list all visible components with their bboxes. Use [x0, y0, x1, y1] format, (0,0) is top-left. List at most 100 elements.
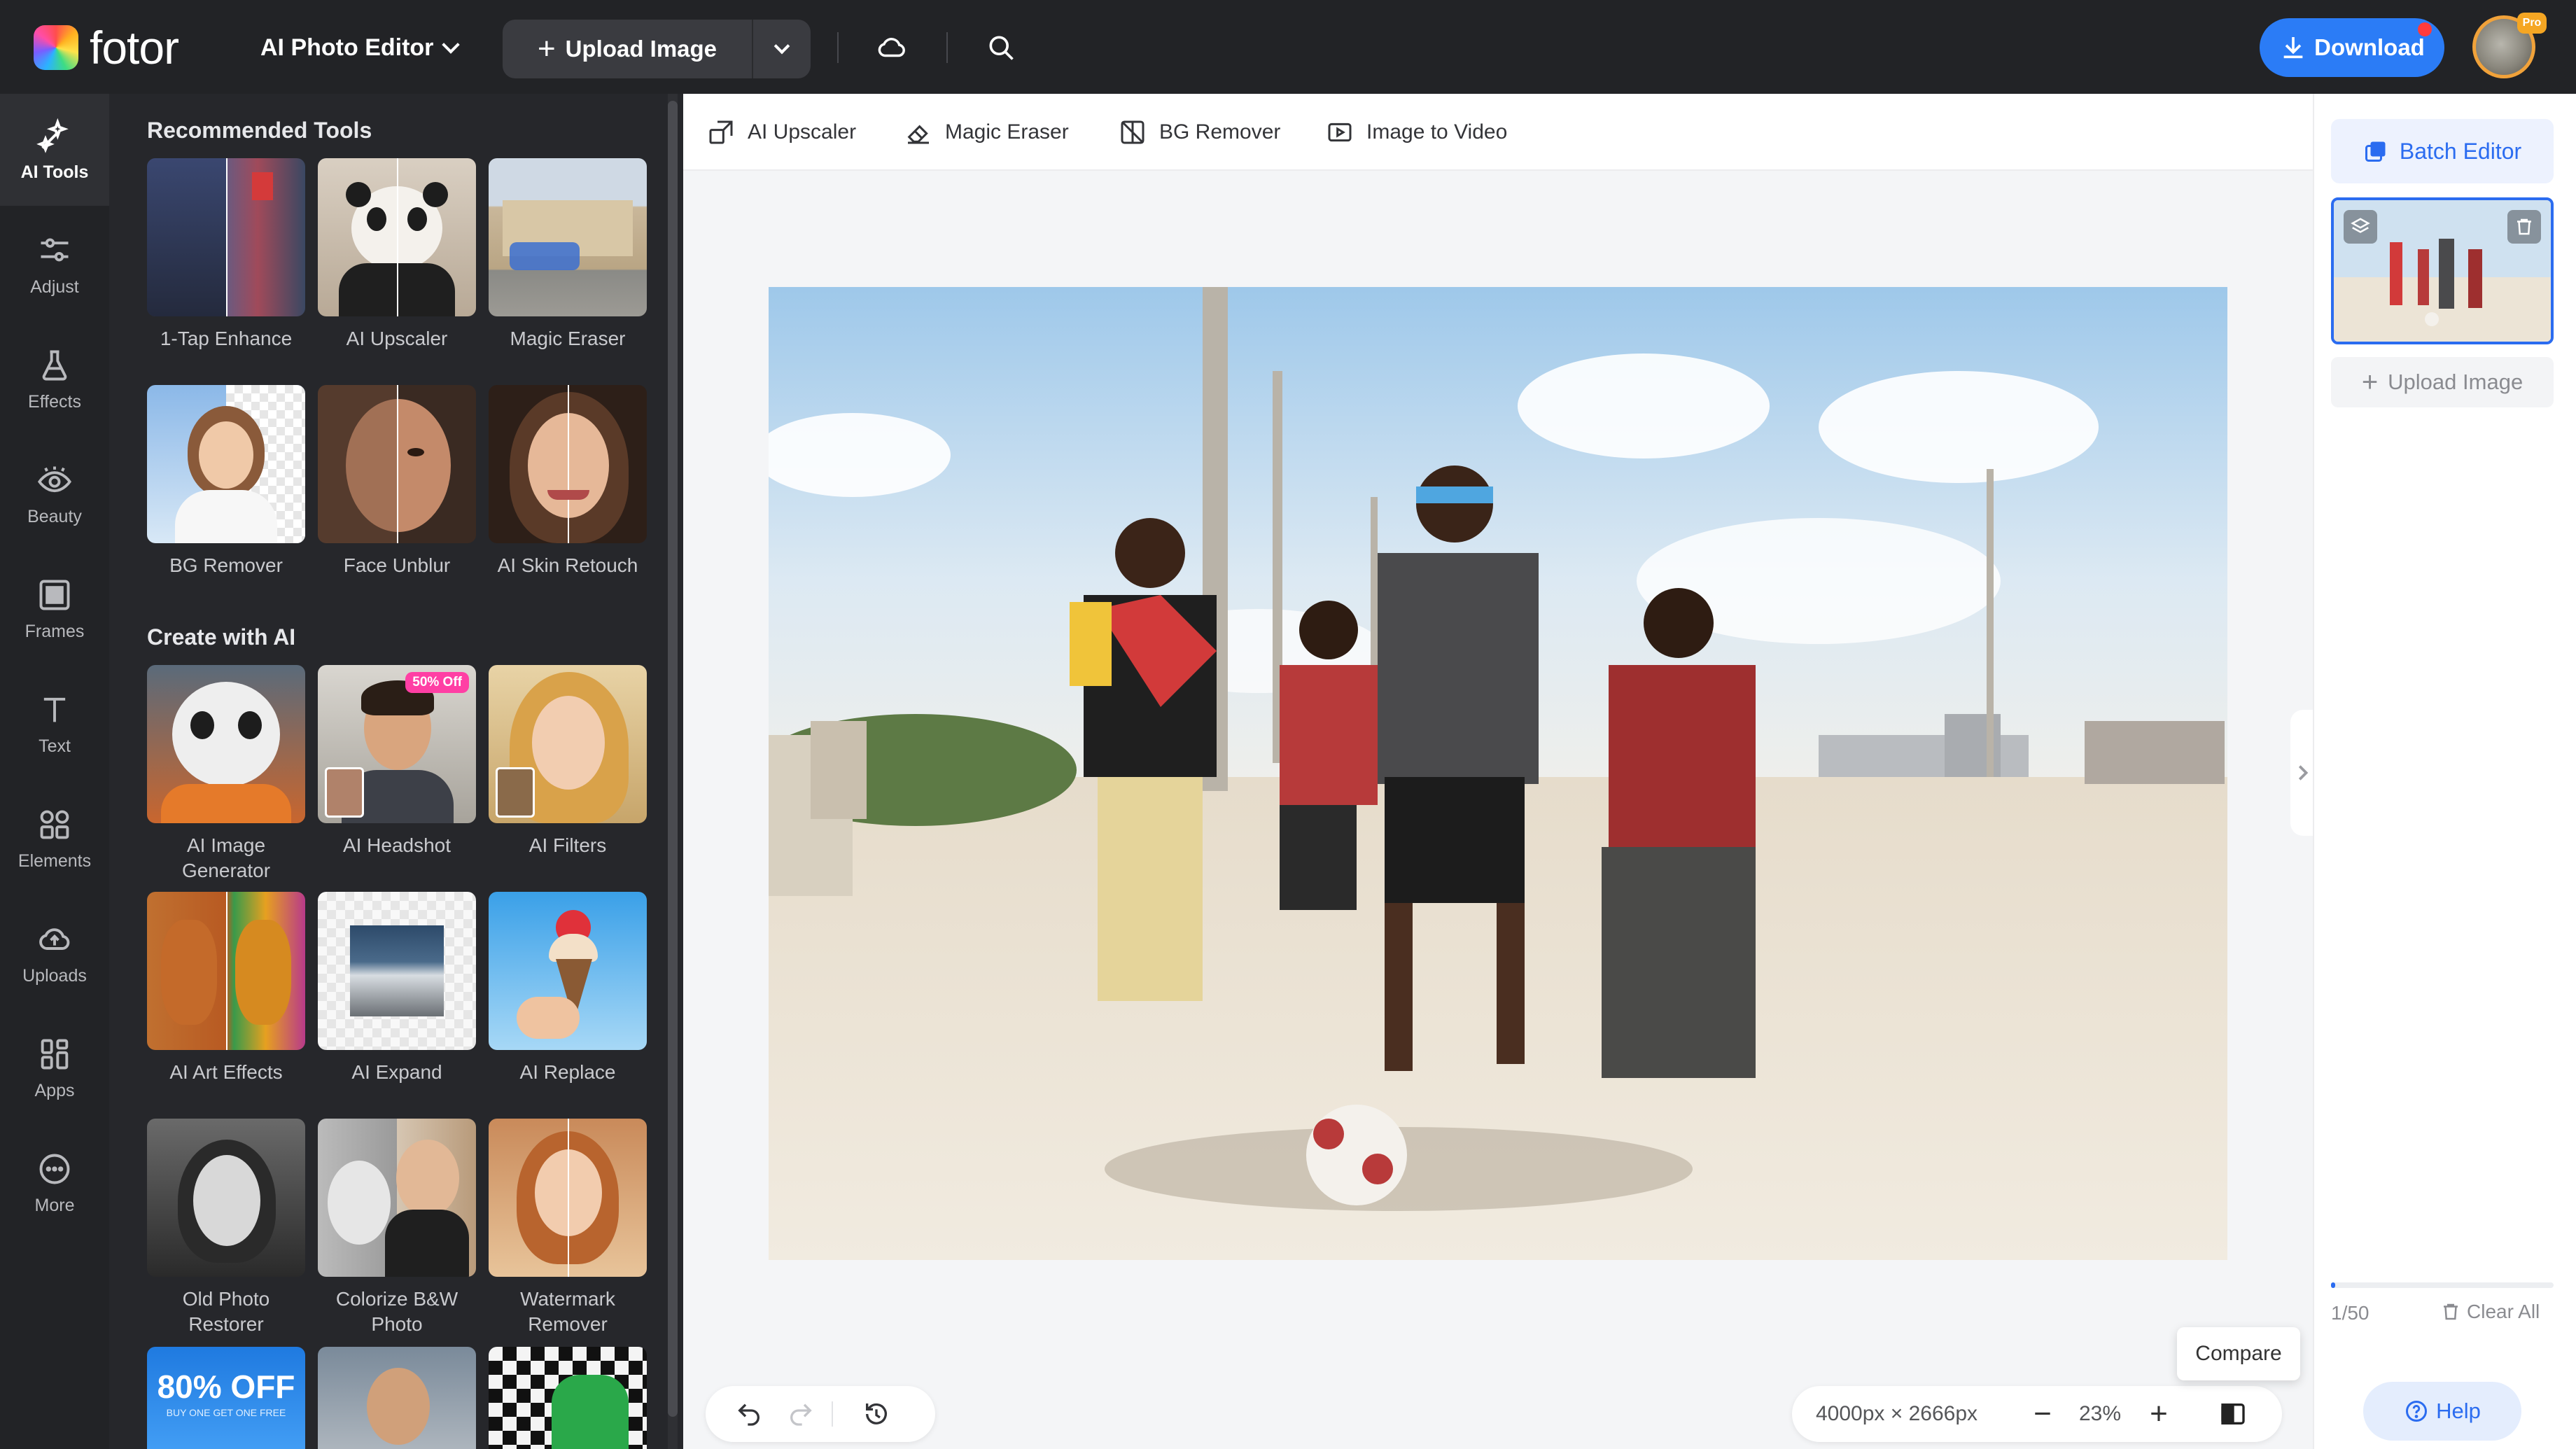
fotor-logo-mark [34, 25, 78, 70]
quick-image-to-video[interactable]: Image to Video [1326, 115, 1507, 150]
image-dimensions: 4000px × 2666px [1816, 1402, 1978, 1425]
rail-item-ai-tools[interactable]: AI Tools [0, 94, 109, 206]
tool-label: AI Headshot [342, 834, 451, 856]
tool-thumbnail [318, 158, 476, 316]
fotor-logo[interactable]: fotor [34, 22, 179, 74]
redo-icon [790, 1404, 812, 1426]
quick-magic-eraser[interactable]: Magic Eraser [904, 115, 1069, 150]
tool-label: Old Photo Restorer [182, 1288, 270, 1335]
tool-person-city[interactable] [318, 1347, 476, 1449]
rail-item-beauty[interactable]: Beauty [0, 438, 109, 550]
tool-promo[interactable]: 80% OFF BUY ONE GET ONE FREE [147, 1347, 305, 1449]
redo-button[interactable] [783, 1396, 819, 1432]
download-button[interactable]: Download [2260, 18, 2444, 77]
tool-ai-image-generator[interactable]: AI Image Generator [147, 665, 305, 883]
tool-ai-filters[interactable]: AI Filters [489, 665, 647, 858]
clear-all-button[interactable]: Clear All [2440, 1301, 2540, 1323]
upload-image-label: Upload Image [565, 36, 718, 62]
rail-label: AI Tools [20, 162, 89, 182]
rail-label: Effects [28, 391, 81, 412]
rail-item-effects[interactable]: Effects [0, 323, 109, 435]
recommended-tools-title: Recommended Tools [147, 118, 372, 143]
layers-button[interactable] [2344, 210, 2377, 244]
divider [832, 1401, 833, 1427]
quick-label: Image to Video [1366, 120, 1508, 144]
zoom-out-button[interactable]: − [2024, 1396, 2061, 1432]
upload-dropdown-button[interactable] [753, 20, 811, 78]
history-controls [706, 1386, 935, 1442]
search-icon[interactable] [980, 27, 1022, 69]
tool-thumbnail [318, 1119, 476, 1277]
tool-colorize-bw-photo[interactable]: Colorize B&W Photo [318, 1119, 476, 1337]
rail-label: Beauty [27, 506, 82, 526]
tool-magic-eraser[interactable]: Magic Eraser [489, 158, 647, 351]
help-button[interactable]: Help [2363, 1382, 2521, 1441]
rail-item-uploads[interactable]: Uploads [0, 897, 109, 1009]
tool-ai-replace[interactable]: AI Replace [489, 892, 647, 1085]
quick-ai-upscaler[interactable]: AI Upscaler [707, 115, 856, 150]
tool-label: AI Skin Retouch [497, 554, 638, 576]
video-icon [1328, 122, 1352, 142]
editor-menu[interactable]: AI Photo Editor [260, 28, 461, 67]
tool-ai-art-effects[interactable]: AI Art Effects [147, 892, 305, 1085]
history-button[interactable] [858, 1396, 895, 1432]
quick-label: AI Upscaler [748, 120, 857, 144]
sliders-icon [41, 237, 69, 261]
rail-item-elements[interactable]: Elements [0, 783, 109, 895]
tool-thumbnail [147, 665, 305, 823]
tool-thumbnail [147, 385, 305, 543]
undo-button[interactable] [731, 1396, 767, 1432]
main-photo[interactable] [769, 287, 2227, 1260]
tool-old-photo-restorer[interactable]: Old Photo Restorer [147, 1119, 305, 1337]
left-rail: AI Tools Adjust Effects Beauty Frames Te… [0, 94, 109, 1449]
upload-image-button[interactable]: + Upload Image [503, 20, 753, 78]
rail-label: Text [38, 736, 71, 756]
batch-editor-button[interactable]: Batch Editor [2331, 119, 2554, 183]
undo-icon [738, 1404, 760, 1426]
chevron-down-icon [774, 38, 790, 55]
tool-face-unblur[interactable]: Face Unblur [318, 385, 476, 578]
rail-item-adjust[interactable]: Adjust [0, 209, 109, 321]
history-icon [866, 1403, 887, 1424]
compare-button[interactable] [2215, 1396, 2251, 1432]
create-with-ai-title: Create with AI [147, 624, 296, 650]
sidebar-upload-image-button[interactable]: + Upload Image [2331, 357, 2554, 407]
tool-ai-skin-retouch[interactable]: AI Skin Retouch [489, 385, 647, 578]
plus-icon: + [537, 31, 556, 66]
rail-item-frames[interactable]: Frames [0, 553, 109, 665]
promo-text: 80% OFF [157, 1368, 295, 1405]
zoom-controls: 4000px × 2666px − 23% + [1792, 1386, 2282, 1442]
quick-bg-remover[interactable]: BG Remover [1119, 115, 1280, 150]
compare-icon [2221, 1404, 2245, 1424]
zoom-in-button[interactable]: + [2141, 1396, 2177, 1432]
tool-bg-remover[interactable]: BG Remover [147, 385, 305, 578]
tool-ai-expand[interactable]: AI Expand [318, 892, 476, 1085]
cloud-icon[interactable] [871, 27, 913, 69]
tool-thumbnail [489, 892, 647, 1050]
scrollbar-thumb[interactable] [668, 101, 678, 1417]
rail-item-text[interactable]: Text [0, 668, 109, 780]
batch-editor-icon [2365, 141, 2386, 162]
progress-fill [2331, 1282, 2336, 1288]
batch-progress-bar [2331, 1282, 2554, 1288]
tool-ai-upscaler[interactable]: AI Upscaler [318, 158, 476, 351]
tool-thumbnail [147, 892, 305, 1050]
rail-item-apps[interactable]: Apps [0, 1012, 109, 1124]
clear-all-label: Clear All [2467, 1301, 2540, 1322]
panel-scrollbar[interactable] [668, 94, 678, 1449]
help-label: Help [2436, 1399, 2481, 1423]
tool-1-tap-enhance[interactable]: 1-Tap Enhance [147, 158, 305, 351]
rail-item-more[interactable]: More [0, 1127, 109, 1239]
tool-watermark-remover[interactable]: Watermark Remover [489, 1119, 647, 1337]
divider [946, 32, 948, 63]
delete-thumbnail-button[interactable] [2507, 210, 2541, 244]
image-thumbnail[interactable] [2331, 197, 2554, 344]
top-bar: fotor AI Photo Editor + Upload Image Dow… [0, 0, 2576, 94]
pro-badge: Pro [2517, 13, 2547, 34]
tool-ai-headshot[interactable]: 50% Off AI Headshot [318, 665, 476, 858]
tool-thumbnail [489, 385, 647, 543]
tool-racing[interactable] [489, 1347, 647, 1449]
expand-right-button[interactable] [2290, 710, 2314, 836]
image-count: 1/50 [2331, 1302, 2370, 1324]
batch-editor-label: Batch Editor [2399, 138, 2522, 164]
